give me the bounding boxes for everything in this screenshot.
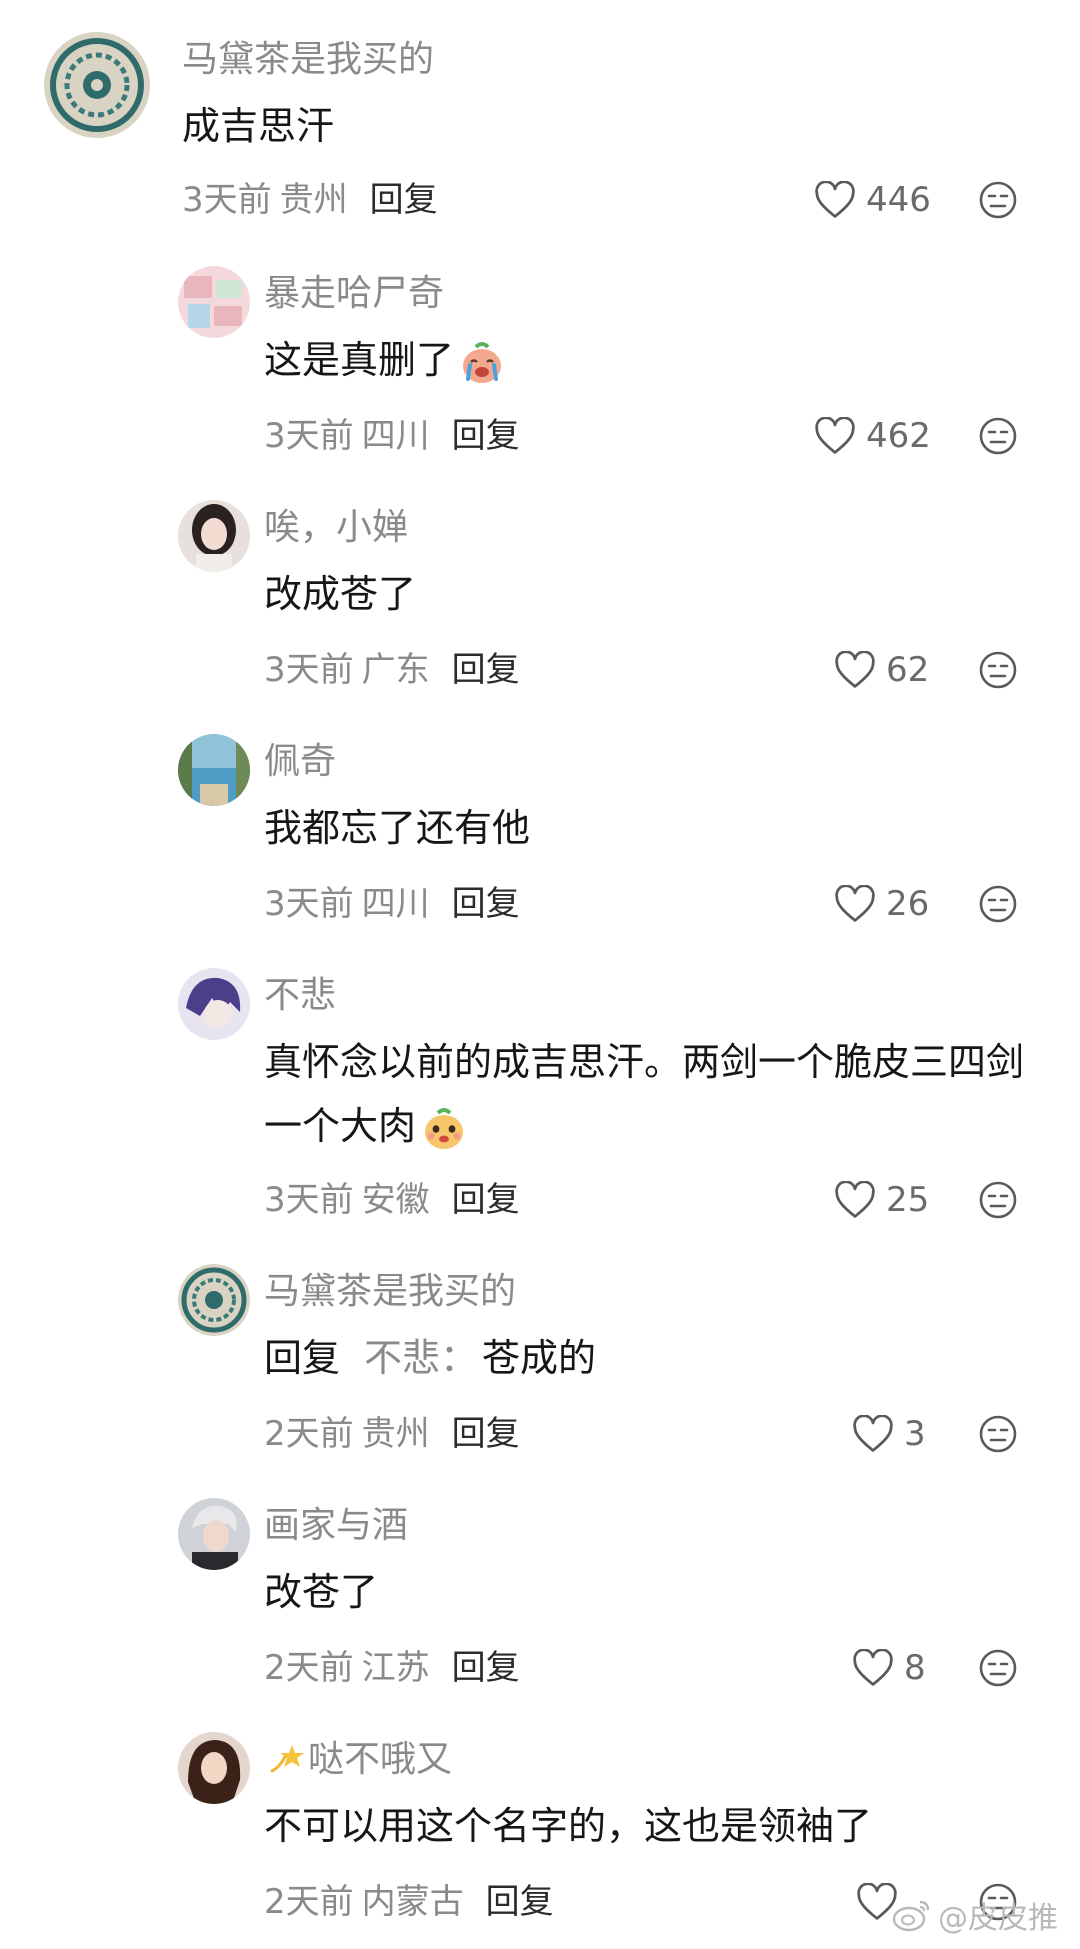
reply-button[interactable]: 回复 (452, 1648, 520, 1688)
comment-text-content: 这是真删了 (264, 338, 455, 382)
like-button[interactable]: 462 (814, 414, 931, 458)
neutral-face-icon[interactable] (978, 1414, 1018, 1454)
comment-author[interactable]: 暴走哈尸奇 (264, 272, 444, 316)
like-button[interactable]: 3 (852, 1412, 926, 1456)
like-count: 462 (866, 416, 931, 456)
comment-author[interactable]: 马黛茶是我买的 (182, 38, 434, 82)
reply-prefix: 回复 (264, 1336, 341, 1380)
like-count: 62 (886, 650, 930, 690)
avatar[interactable] (178, 266, 250, 338)
like-button[interactable]: 8 (852, 1646, 926, 1690)
reply-button[interactable]: 回复 (452, 650, 520, 690)
comment-author[interactable]: 唉，小婵 (264, 506, 408, 550)
comment-text: 真怀念以前的成吉思汗。两剑一个脆皮三四剑一个大肉 (264, 1030, 1034, 1158)
comment-meta: 2天前 江苏 回复 (264, 1646, 520, 1690)
comment-location: 内蒙古 (361, 1882, 464, 1922)
reply-button[interactable]: 回复 (452, 416, 520, 456)
comment-time: 3天前 (182, 180, 272, 220)
comment-text: 改苍了 (264, 1570, 379, 1614)
comment-location: 安徽 (361, 1180, 430, 1220)
comment-author[interactable]: 不悲 (264, 974, 336, 1018)
weibo-logo-icon (892, 1900, 930, 1932)
reply-button[interactable]: 回复 (486, 1882, 554, 1922)
like-button[interactable]: 26 (834, 882, 929, 926)
comment-meta: 3天前 四川 回复 (264, 882, 520, 926)
avatar[interactable] (178, 1732, 250, 1804)
sparkle-star-icon (270, 1745, 304, 1773)
comment-meta: 3天前 贵州 回复 (182, 178, 438, 222)
avatar[interactable] (44, 32, 150, 138)
like-button[interactable]: 62 (834, 648, 929, 692)
like-count: 8 (904, 1648, 926, 1688)
like-count: 26 (886, 884, 930, 924)
avatar[interactable] (178, 1498, 250, 1570)
comment-author[interactable]: 马黛茶是我买的 (264, 1270, 516, 1314)
comment-location: 江苏 (361, 1648, 430, 1688)
comment-time: 2天前 (264, 1648, 354, 1688)
comment-time: 2天前 (264, 1414, 354, 1454)
comment-text: 回复 不悲： 苍成的 (264, 1326, 1034, 1390)
comment-meta: 3天前 安徽 回复 (264, 1178, 520, 1222)
comment-time: 2天前 (264, 1882, 354, 1922)
comment-time: 3天前 (264, 884, 354, 924)
like-count: 446 (866, 180, 931, 220)
avatar[interactable] (178, 1264, 250, 1336)
comment-meta: 2天前 贵州 回复 (264, 1412, 520, 1456)
comment-text: 这是真删了 (264, 328, 1034, 392)
comment-author-name[interactable]: 哒不哦又 (308, 1739, 452, 1780)
neutral-face-icon[interactable] (978, 180, 1018, 220)
watermark-text: @皮皮推 (938, 1901, 1058, 1936)
comment-meta: 3天前 四川 回复 (264, 414, 520, 458)
crying-emoji-icon (463, 341, 502, 383)
avatar[interactable] (178, 734, 250, 806)
heart-outline-icon (853, 1415, 893, 1452)
smirk-emoji-icon (425, 1107, 464, 1149)
like-button[interactable]: 446 (814, 178, 931, 222)
comment-location: 广东 (361, 650, 430, 690)
heart-outline-icon (835, 1181, 875, 1218)
comment-time: 3天前 (264, 416, 354, 456)
neutral-face-icon[interactable] (978, 650, 1018, 690)
comment-author[interactable]: 画家与酒 (264, 1504, 408, 1548)
neutral-face-icon[interactable] (978, 1648, 1018, 1688)
comment-text-content: 苍成的 (482, 1336, 597, 1380)
comment-meta: 2天前 内蒙古 回复 (264, 1880, 554, 1924)
comment-location: 贵州 (279, 180, 348, 220)
heart-outline-icon (835, 885, 875, 922)
like-button[interactable]: 25 (834, 1178, 929, 1222)
comment-meta: 3天前 广东 回复 (264, 648, 520, 692)
comment-text: 不可以用这个名字的，这也是领袖了 (264, 1804, 873, 1848)
comment-time: 3天前 (264, 1180, 354, 1220)
comment-author[interactable]: 哒不哦又 (264, 1738, 452, 1782)
like-count: 3 (904, 1414, 926, 1454)
comment-location: 贵州 (361, 1414, 430, 1454)
heart-outline-icon (853, 1649, 893, 1686)
comment-time: 3天前 (264, 650, 354, 690)
reply-to-user[interactable]: 不悲： (364, 1336, 478, 1380)
comment-location: 四川 (361, 884, 430, 924)
heart-outline-icon (815, 181, 855, 218)
reply-button[interactable]: 回复 (452, 1180, 520, 1220)
comment-text-content: 真怀念以前的成吉思汗。两剑一个脆皮三四剑一个大肉 (264, 1040, 1025, 1148)
like-count: 25 (886, 1180, 930, 1220)
reply-button[interactable]: 回复 (370, 180, 438, 220)
heart-outline-icon (835, 651, 875, 688)
watermark: @皮皮推 (892, 1893, 1058, 1937)
comment-text: 成吉思汗 (182, 104, 335, 148)
comment-author[interactable]: 佩奇 (264, 740, 336, 784)
comment-text: 改成苍了 (264, 572, 417, 616)
avatar[interactable] (178, 500, 250, 572)
comment-location: 四川 (361, 416, 430, 456)
neutral-face-icon[interactable] (978, 1180, 1018, 1220)
avatar[interactable] (178, 968, 250, 1040)
comment-text: 我都忘了还有他 (264, 806, 531, 850)
heart-outline-icon (815, 417, 855, 454)
neutral-face-icon[interactable] (978, 884, 1018, 924)
reply-button[interactable]: 回复 (452, 884, 520, 924)
neutral-face-icon[interactable] (978, 416, 1018, 456)
reply-button[interactable]: 回复 (452, 1414, 520, 1454)
